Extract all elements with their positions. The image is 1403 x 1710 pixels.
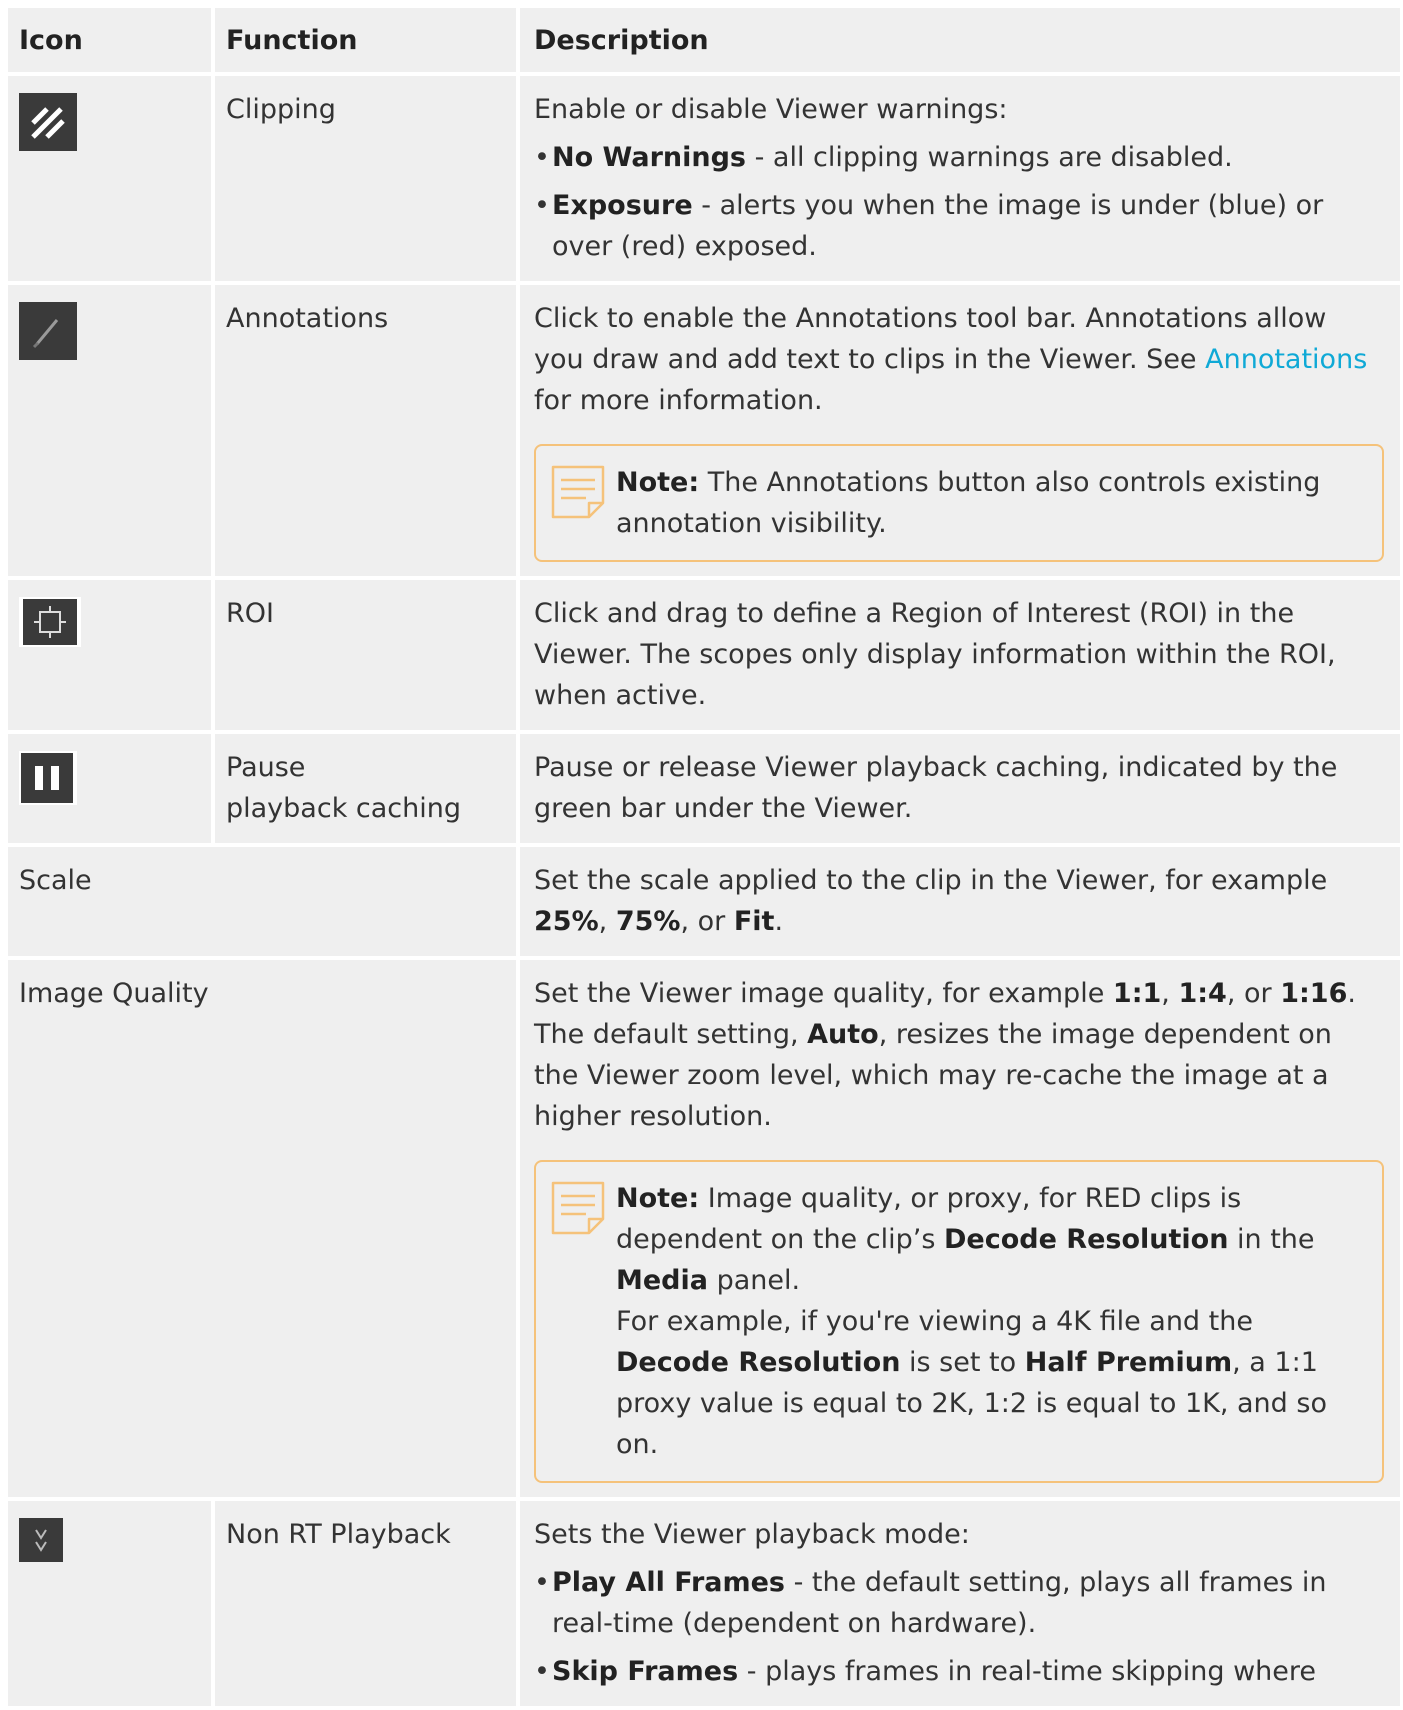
description-cell: Click and drag to define a Region of Int… xyxy=(520,580,1400,730)
table-row-clipping: Clipping Enable or disable Viewer warnin… xyxy=(8,76,1400,281)
quality-value: 1:16 xyxy=(1280,978,1348,1009)
function-line: Pause xyxy=(226,752,306,783)
bullet-text: - plays frames in real-time skipping whe… xyxy=(738,1656,1317,1687)
table-row-pause-caching: Pause playback caching Pause or release … xyxy=(8,734,1400,843)
text-part: panel. xyxy=(707,1265,801,1296)
function-cell: Non RT Playback xyxy=(215,1501,516,1706)
text-part: . xyxy=(774,906,784,937)
description-intro: Sets the Viewer playback mode: xyxy=(534,1519,970,1550)
function-cell: Clipping xyxy=(215,76,516,281)
list-item: • No Warnings - all clipping warnings ar… xyxy=(534,137,1384,178)
bullet-dot: • xyxy=(534,142,550,173)
note-paragraph: Note: Image quality, or proxy, for RED c… xyxy=(616,1178,1364,1301)
note-body: Note: The Annotations button also contro… xyxy=(616,462,1364,544)
description-cell: Set the scale applied to the clip in the… xyxy=(520,847,1400,956)
description-text: Click to enable the Annotations tool bar… xyxy=(534,298,1384,421)
header-function: Function xyxy=(215,8,516,72)
quality-value: 1:1 xyxy=(1112,978,1162,1009)
scale-value: 75% xyxy=(615,906,681,937)
bullet-dot: • xyxy=(534,190,550,221)
term: Half Premium xyxy=(1024,1347,1233,1378)
bullet-term: Skip Frames xyxy=(552,1656,739,1687)
list-item: • Play All Frames - the default setting,… xyxy=(534,1562,1384,1644)
bullet-text: - all clipping warnings are disabled. xyxy=(746,142,1233,173)
description-cell: Click to enable the Annotations tool bar… xyxy=(520,285,1400,576)
icon-cell xyxy=(8,285,211,576)
roi-icon[interactable] xyxy=(19,597,81,647)
icon-cell xyxy=(8,76,211,281)
text-part: For example, if you're viewing a 4K file… xyxy=(616,1306,1253,1337)
function-line: playback caching xyxy=(226,793,462,824)
list-item: • Exposure - alerts you when the image i… xyxy=(534,185,1384,267)
header-description: Description xyxy=(520,8,1400,72)
table-row-roi: ROI Click and drag to define a Region of… xyxy=(8,580,1400,730)
quality-value: 1:4 xyxy=(1178,978,1227,1009)
table-row-scale: Scale Set the scale applied to the clip … xyxy=(8,847,1400,956)
annotations-pen-icon[interactable] xyxy=(19,302,77,360)
bullet-term: Play All Frames xyxy=(552,1567,786,1598)
table-row-annotations: Annotations Click to enable the Annotati… xyxy=(8,285,1400,576)
term: Decode Resolution xyxy=(943,1224,1229,1255)
quality-value: Auto xyxy=(807,1019,879,1050)
text-part: Set the Viewer image quality, for exampl… xyxy=(534,978,1113,1009)
note-icon xyxy=(550,462,616,544)
non-rt-playback-icon[interactable] xyxy=(19,1518,63,1562)
note-label: Note: xyxy=(616,1183,700,1214)
reference-table: Icon Function Description Clipping Enabl… xyxy=(8,8,1400,1710)
icon-cell xyxy=(8,580,211,730)
function-cell: Annotations xyxy=(215,285,516,576)
text-part: in the xyxy=(1228,1224,1315,1255)
function-cell: Pause playback caching xyxy=(215,734,516,843)
note-box: Note: Image quality, or proxy, for RED c… xyxy=(534,1160,1384,1483)
description-cell: Enable or disable Viewer warnings: • No … xyxy=(520,76,1400,281)
function-cell: Scale xyxy=(8,847,516,956)
function-cell: Image Quality xyxy=(8,960,516,1497)
bullet-term: No Warnings xyxy=(552,142,746,173)
function-cell: ROI xyxy=(215,580,516,730)
text-part: Set the scale applied to the clip in the… xyxy=(534,865,1328,896)
table-header: Icon Function Description xyxy=(8,8,1400,72)
description-intro: Enable or disable Viewer warnings: xyxy=(534,94,1008,125)
description-text: Set the Viewer image quality, for exampl… xyxy=(534,973,1384,1137)
header-icon: Icon xyxy=(8,8,211,72)
text-part: for more information. xyxy=(534,385,823,416)
note-icon xyxy=(550,1178,616,1465)
bullet-dot: • xyxy=(534,1567,550,1598)
term: Decode Resolution xyxy=(616,1347,901,1378)
text-part: , xyxy=(1161,978,1179,1009)
text-part: , or xyxy=(1226,978,1281,1009)
table-row-image-quality: Image Quality Set the Viewer image quali… xyxy=(8,960,1400,1497)
text-part: is set to xyxy=(900,1347,1025,1378)
scale-value: 25% xyxy=(534,906,599,937)
table-row-non-rt-playback: Non RT Playback Sets the Viewer playback… xyxy=(8,1501,1400,1706)
icon-cell xyxy=(8,734,211,843)
clipping-icon[interactable] xyxy=(19,93,77,151)
note-body: Note: Image quality, or proxy, for RED c… xyxy=(616,1178,1364,1465)
note-paragraph: For example, if you're viewing a 4K file… xyxy=(616,1301,1364,1465)
bullet-term: Exposure xyxy=(552,190,693,221)
description-cell: Set the Viewer image quality, for exampl… xyxy=(520,960,1400,1497)
note-text: The Annotations button also controls exi… xyxy=(616,467,1321,539)
text-part: , xyxy=(598,906,616,937)
scale-value: Fit xyxy=(733,906,775,937)
text-part: , or xyxy=(680,906,734,937)
bullet-dot: • xyxy=(534,1656,550,1687)
annotations-link[interactable]: Annotations xyxy=(1205,344,1367,375)
description-cell: Pause or release Viewer playback caching… xyxy=(520,734,1400,843)
note-label: Note: xyxy=(616,467,700,498)
list-item: • Skip Frames - plays frames in real-tim… xyxy=(534,1651,1384,1692)
icon-cell xyxy=(8,1501,211,1706)
term: Media xyxy=(616,1265,708,1296)
pause-icon[interactable] xyxy=(19,751,77,805)
note-box: Note: The Annotations button also contro… xyxy=(534,444,1384,562)
description-cell: Sets the Viewer playback mode: • Play Al… xyxy=(520,1501,1400,1706)
